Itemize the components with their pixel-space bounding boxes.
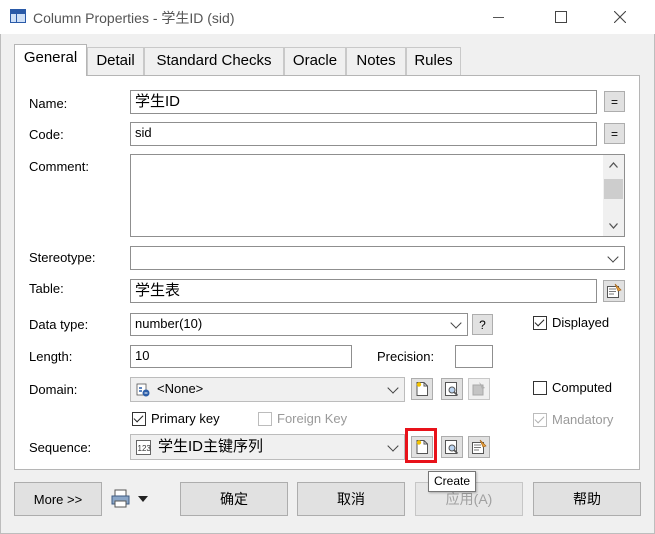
scroll-down-icon[interactable]	[609, 223, 618, 229]
displayed-label: Displayed	[552, 315, 610, 330]
scroll-up-icon[interactable]	[609, 162, 618, 168]
mandatory-checkbox[interactable]	[533, 413, 547, 427]
domain-select[interactable]: <None>	[130, 377, 405, 402]
printer-icon	[111, 489, 130, 508]
stereotype-label: Stereotype:	[29, 250, 96, 265]
properties-icon	[445, 440, 459, 455]
code-label: Code:	[29, 127, 64, 142]
computed-label: Computed	[552, 380, 612, 395]
precision-label: Precision:	[377, 349, 435, 364]
mandatory-label: Mandatory	[552, 412, 614, 427]
tab-oracle[interactable]: Oracle	[284, 47, 346, 75]
comment-textarea[interactable]	[130, 154, 625, 237]
print-dropdown[interactable]	[111, 489, 153, 509]
chevron-down-icon	[607, 251, 619, 263]
tab-detail[interactable]: Detail	[87, 47, 144, 75]
maximize-icon[interactable]	[538, 0, 584, 34]
browse-icon	[472, 439, 487, 454]
comment-label: Comment:	[29, 159, 89, 174]
domain-label: Domain:	[29, 382, 78, 397]
precision-input[interactable]	[455, 345, 493, 368]
table-input[interactable]: 学生表	[130, 279, 597, 303]
properties-icon	[445, 382, 459, 397]
close-icon[interactable]	[597, 0, 643, 34]
tab-notes[interactable]: Notes	[346, 47, 406, 75]
minimize-icon[interactable]	[475, 0, 521, 34]
cancel-button[interactable]: 取消	[297, 482, 405, 516]
length-input[interactable]: 10	[130, 345, 352, 368]
domain-icon	[136, 383, 150, 397]
chevron-down-icon	[450, 317, 462, 329]
name-equals-button[interactable]: =	[604, 91, 625, 112]
sequence-value: 学生ID主键序列	[158, 438, 264, 455]
primary-key-checkbox[interactable]	[132, 412, 146, 426]
tab-standard-checks[interactable]: Standard Checks	[144, 47, 284, 75]
primary-key-label: Primary key	[151, 411, 220, 426]
app-icon	[10, 9, 26, 23]
computed-checkbox[interactable]	[533, 381, 547, 395]
datatype-help-button[interactable]: ?	[472, 314, 493, 335]
properties-icon	[607, 283, 622, 298]
foreign-key-label: Foreign Key	[277, 411, 348, 426]
tab-general[interactable]: General	[14, 44, 87, 76]
tab-rules[interactable]: Rules	[406, 47, 461, 75]
window-title: Column Properties - 学生ID (sid)	[33, 10, 235, 26]
stereotype-select[interactable]	[130, 246, 625, 270]
create-button-highlight	[405, 428, 437, 463]
more-button[interactable]: More >>	[14, 482, 102, 516]
domain-properties-button[interactable]	[441, 378, 463, 400]
chevron-down-icon	[387, 382, 399, 394]
svg-text:123: 123	[138, 444, 152, 453]
table-properties-button[interactable]	[603, 280, 625, 302]
sequence-icon: 123	[136, 440, 151, 455]
domain-browse-button[interactable]	[468, 378, 490, 400]
sequence-select[interactable]: 123 学生ID主键序列	[130, 434, 405, 460]
name-label: Name:	[29, 96, 68, 111]
displayed-checkbox[interactable]	[533, 316, 547, 330]
datatype-label: Data type:	[29, 317, 89, 332]
code-input[interactable]: sid	[130, 122, 597, 146]
domain-create-button[interactable]	[411, 378, 433, 400]
table-label: Table:	[29, 281, 64, 296]
datatype-select[interactable]: number(10)	[130, 313, 468, 336]
domain-value: <None>	[157, 381, 204, 396]
new-icon	[416, 382, 428, 396]
sequence-properties-button[interactable]	[441, 436, 463, 458]
comment-scrollbar[interactable]	[603, 155, 624, 236]
code-equals-button[interactable]: =	[604, 123, 625, 144]
scroll-thumb[interactable]	[604, 179, 623, 199]
ok-button[interactable]: 确定	[180, 482, 288, 516]
create-tooltip: Create	[428, 471, 477, 492]
foreign-key-checkbox[interactable]	[258, 412, 272, 426]
chevron-down-icon	[387, 440, 399, 452]
length-label: Length:	[29, 349, 73, 364]
sequence-label: Sequence:	[29, 440, 92, 455]
browse-icon	[472, 382, 485, 396]
datatype-value: number(10)	[135, 316, 203, 331]
sequence-browse-button[interactable]	[468, 436, 490, 458]
help-button[interactable]: 帮助	[533, 482, 641, 516]
name-input[interactable]: 学生ID	[130, 90, 597, 114]
dropdown-arrow-icon	[138, 496, 148, 502]
